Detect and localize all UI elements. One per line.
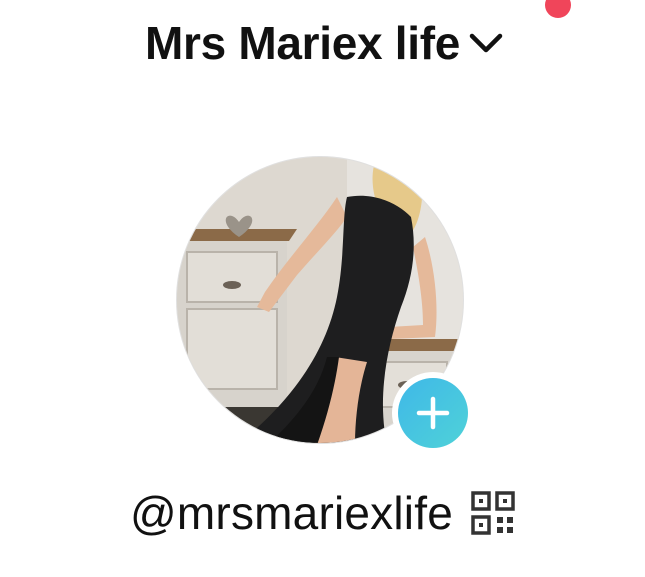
follow-button-inner (398, 378, 468, 448)
follow-button[interactable] (392, 372, 474, 454)
account-switcher[interactable]: Mrs Mariex life (0, 12, 645, 74)
username-handle: @mrsmariexlife (130, 487, 453, 539)
profile-screen: Mrs Mariex life @mrsmariexlife (0, 0, 645, 577)
qr-code-icon[interactable] (471, 491, 515, 535)
handle-row: @mrsmariexlife (0, 478, 645, 548)
plus-icon (416, 396, 450, 430)
avatar-container (176, 156, 474, 454)
account-name[interactable]: Mrs Mariex life (145, 16, 460, 70)
chevron-down-icon[interactable] (466, 23, 506, 63)
